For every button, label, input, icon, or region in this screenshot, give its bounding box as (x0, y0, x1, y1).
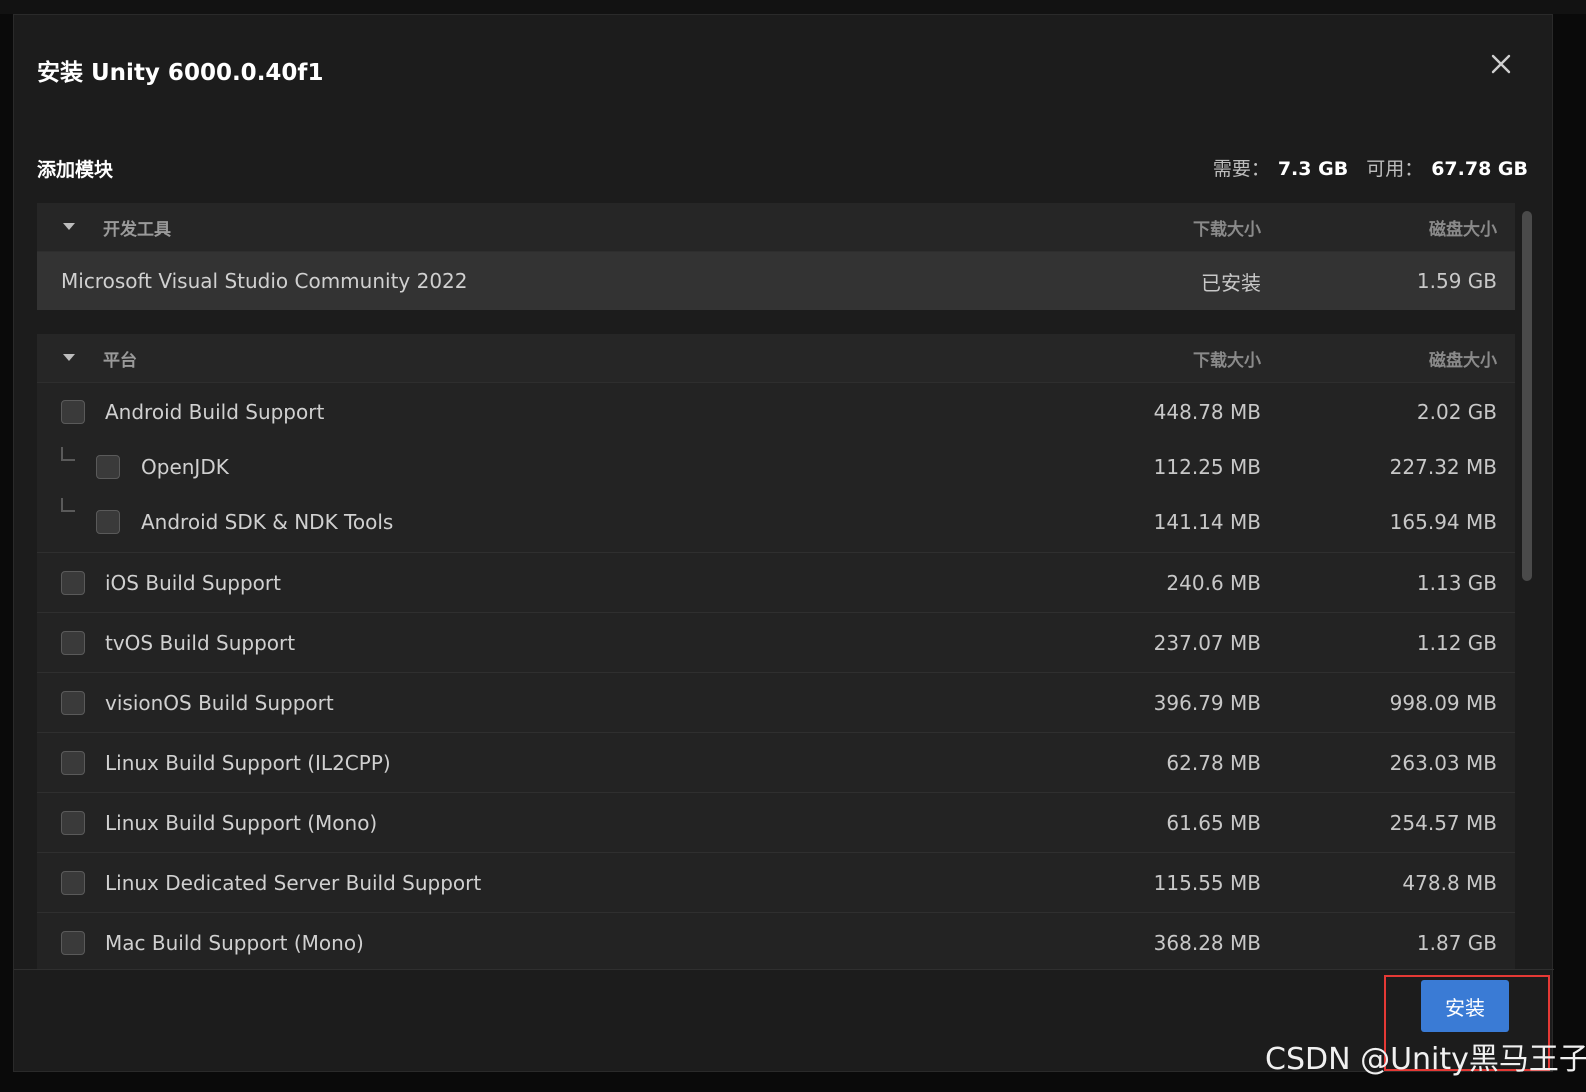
module-disk-size: 998.09 MB (1389, 690, 1497, 715)
module-download-size: 368.28 MB (1153, 930, 1261, 955)
module-disk-size: 1.87 GB (1416, 930, 1497, 955)
module-name: tvOS Build Support (105, 630, 296, 655)
module-name: iOS Build Support (105, 570, 281, 595)
available-label: 可用： (1366, 158, 1424, 180)
module-download-size: 396.79 MB (1153, 690, 1261, 715)
module-download-size: 448.78 MB (1153, 400, 1261, 424)
close-icon[interactable] (1486, 49, 1516, 79)
module-name: Android SDK & NDK Tools (141, 510, 394, 534)
module-checkbox[interactable] (61, 870, 85, 895)
tree-connector-icon (61, 498, 75, 512)
module-checkbox[interactable] (61, 630, 85, 655)
required-value: 7.3 GB (1277, 158, 1349, 180)
module-row-ios[interactable]: iOS Build Support 240.6 MB 1.13 GB (37, 553, 1515, 613)
background-window-strip (0, 0, 1586, 14)
col-download-header: 下载大小 (1193, 350, 1261, 371)
module-disk-size: 227.32 MB (1389, 454, 1497, 479)
module-name: Android Build Support (105, 400, 325, 424)
module-download-size: 已安装 (1201, 270, 1261, 295)
module-checkbox[interactable] (61, 400, 85, 424)
module-row-mac-mono[interactable]: Mac Build Support (Mono) 368.28 MB 1.87 … (37, 913, 1515, 969)
footer-divider (14, 969, 1554, 970)
module-disk-size: 165.94 MB (1389, 510, 1497, 534)
scrollbar-thumb[interactable] (1522, 211, 1532, 581)
module-disk-size: 1.12 GB (1416, 630, 1497, 655)
module-checkbox[interactable] (61, 750, 85, 775)
col-disk-header: 磁盘大小 (1429, 350, 1497, 371)
module-name: OpenJDK (141, 454, 229, 479)
module-download-size: 112.25 MB (1153, 454, 1261, 479)
space-summary: 需要： 7.3 GB 可用： 67.78 GB (1213, 154, 1528, 181)
group-title: 平台 (103, 350, 137, 371)
module-disk-size: 1.13 GB (1416, 570, 1497, 595)
module-row-android[interactable]: Android Build Support 448.78 MB 2.02 GB (37, 383, 1515, 441)
module-download-size: 240.6 MB (1166, 570, 1261, 595)
col-disk-header: 磁盘大小 (1429, 219, 1497, 240)
caret-down-icon[interactable] (63, 354, 75, 361)
module-name: visionOS Build Support (105, 690, 334, 715)
group-platforms: 平台 下载大小 磁盘大小 Android Build Support 448.7… (37, 334, 1515, 969)
module-checkbox[interactable] (61, 810, 85, 835)
dialog-title: 安装 Unity 6000.0.40f1 (37, 60, 324, 86)
install-dialog: 安装 Unity 6000.0.40f1 添加模块 需要： 7.3 GB 可用：… (13, 14, 1554, 1072)
group-header-dev-tools[interactable]: 开发工具 下载大小 磁盘大小 (37, 203, 1515, 252)
module-disk-size: 1.59 GB (1416, 269, 1497, 293)
available-value: 67.78 GB (1431, 158, 1528, 180)
module-download-size: 237.07 MB (1153, 630, 1261, 655)
group-title: 开发工具 (103, 219, 171, 240)
group-dev-tools: 开发工具 下载大小 磁盘大小 Microsoft Visual Studio C… (37, 203, 1515, 310)
group-header-platforms[interactable]: 平台 下载大小 磁盘大小 (37, 334, 1515, 383)
module-checkbox[interactable] (96, 454, 120, 479)
module-name: Linux Build Support (Mono) (105, 810, 378, 835)
module-name: Microsoft Visual Studio Community 2022 (61, 269, 468, 293)
module-row-linux-mono[interactable]: Linux Build Support (Mono) 61.65 MB 254.… (37, 793, 1515, 853)
tree-connector-icon (61, 447, 75, 461)
module-download-size: 115.55 MB (1153, 870, 1261, 895)
module-checkbox[interactable] (96, 510, 120, 534)
watermark: CSDN @Unity黑马王子 (1265, 1042, 1586, 1077)
module-name: Linux Dedicated Server Build Support (105, 870, 482, 895)
module-row-tvos[interactable]: tvOS Build Support 237.07 MB 1.12 GB (37, 613, 1515, 673)
module-disk-size: 2.02 GB (1416, 400, 1497, 424)
required-label: 需要： (1212, 158, 1270, 180)
module-row-visual-studio: Microsoft Visual Studio Community 2022 已… (37, 252, 1515, 310)
module-name: Linux Build Support (IL2CPP) (105, 750, 391, 775)
module-download-size: 62.78 MB (1166, 750, 1261, 775)
module-row-visionos[interactable]: visionOS Build Support 396.79 MB 998.09 … (37, 673, 1515, 733)
module-row-openjdk[interactable]: OpenJDK 112.25 MB 227.32 MB (37, 441, 1515, 492)
module-checkbox[interactable] (61, 930, 85, 955)
module-row-linux-il2cpp[interactable]: Linux Build Support (IL2CPP) 62.78 MB 26… (37, 733, 1515, 793)
module-disk-size: 478.8 MB (1402, 870, 1497, 895)
module-checkbox[interactable] (61, 570, 85, 595)
module-row-android-sdk[interactable]: Android SDK & NDK Tools 141.14 MB 165.94… (37, 492, 1515, 553)
section-label: 添加模块 (37, 159, 114, 181)
module-disk-size: 254.57 MB (1389, 810, 1497, 835)
module-disk-size: 263.03 MB (1389, 750, 1497, 775)
module-row-linux-server[interactable]: Linux Dedicated Server Build Support 115… (37, 853, 1515, 913)
module-download-size: 141.14 MB (1153, 510, 1261, 534)
caret-down-icon[interactable] (63, 223, 75, 230)
col-download-header: 下载大小 (1193, 219, 1261, 240)
module-download-size: 61.65 MB (1166, 810, 1261, 835)
module-name: Mac Build Support (Mono) (105, 930, 364, 955)
module-list: 开发工具 下载大小 磁盘大小 Microsoft Visual Studio C… (37, 203, 1515, 969)
module-checkbox[interactable] (61, 690, 85, 715)
